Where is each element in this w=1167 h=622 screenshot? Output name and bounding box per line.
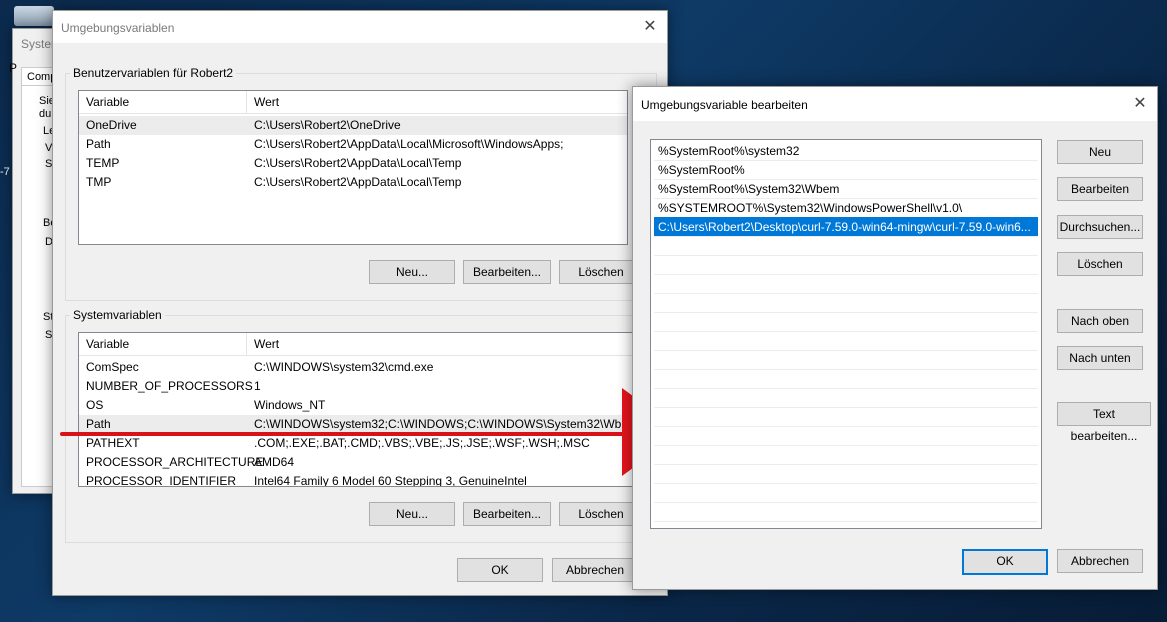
row-value: .COM;.EXE;.BAT;.CMD;.VBS;.VBE;.JS;.JSE;.… bbox=[254, 436, 590, 450]
table-row[interactable]: OS Windows_NT bbox=[79, 396, 639, 415]
column-value[interactable]: Wert bbox=[254, 95, 279, 109]
row-name: NUMBER_OF_PROCESSORS bbox=[86, 379, 253, 393]
row-name: TEMP bbox=[86, 156, 120, 170]
close-icon[interactable]: ✕ bbox=[1129, 94, 1151, 114]
list-header: Variable Wert bbox=[79, 333, 639, 356]
close-icon[interactable]: ✕ bbox=[639, 17, 661, 37]
empty-row[interactable] bbox=[654, 369, 1038, 389]
move-down-button[interactable]: Nach unten bbox=[1057, 346, 1143, 370]
environment-variables-window: Umgebungsvariablen ✕ Benutzervariablen f… bbox=[52, 10, 668, 596]
ok-button[interactable]: OK bbox=[457, 558, 543, 582]
user-new-button[interactable]: Neu... bbox=[369, 260, 455, 284]
list-item[interactable]: %SYSTEMROOT%\System32\WindowsPowerShell\… bbox=[654, 198, 1038, 218]
user-edit-button[interactable]: Bearbeiten... bbox=[463, 260, 551, 284]
user-delete-button[interactable]: Löschen bbox=[559, 260, 643, 284]
row-value: C:\Users\Robert2\AppData\Local\Temp bbox=[254, 175, 462, 189]
row-name: Path bbox=[86, 417, 111, 431]
edit-text-button[interactable]: Text bearbeiten... bbox=[1057, 402, 1151, 443]
empty-row[interactable] bbox=[654, 502, 1038, 522]
window-title: Umgebungsvariable bearbeiten bbox=[641, 98, 808, 112]
window-title: Umgebungsvariablen bbox=[61, 21, 175, 35]
empty-row[interactable] bbox=[654, 445, 1038, 465]
entry-text: %SystemRoot%\system32 bbox=[658, 144, 800, 158]
row-name: Path bbox=[86, 137, 111, 151]
entry-text: C:\Users\Robert2\Desktop\curl-7.59.0-win… bbox=[658, 220, 1031, 234]
delete-button[interactable]: Löschen bbox=[1057, 252, 1143, 276]
row-value: AMD64 bbox=[254, 455, 295, 469]
table-row[interactable]: Path C:\Users\Robert2\AppData\Local\Micro… bbox=[79, 135, 627, 154]
cancel-button[interactable]: Abbrechen bbox=[1057, 549, 1143, 573]
system-new-button[interactable]: Neu... bbox=[369, 502, 455, 526]
entry-text: %SYSTEMROOT%\System32\WindowsPowerShell\… bbox=[658, 201, 963, 215]
row-value: C:\Users\Robert2\OneDrive bbox=[254, 118, 401, 132]
empty-row[interactable] bbox=[654, 388, 1038, 408]
row-name: PROCESSOR_IDENTIFIER bbox=[86, 474, 237, 487]
table-row[interactable]: OneDrive C:\Users\Robert2\OneDrive bbox=[79, 116, 627, 135]
browse-button[interactable]: Durchsuchen... bbox=[1057, 215, 1143, 239]
table-row[interactable]: ComSpec C:\WINDOWS\system32\cmd.exe bbox=[79, 358, 639, 377]
empty-row[interactable] bbox=[654, 426, 1038, 446]
title-bar: Umgebungsvariable bearbeiten ✕ bbox=[633, 87, 1157, 121]
row-value: Intel64 Family 6 Model 60 Stepping 3, Ge… bbox=[254, 474, 527, 487]
row-value: Windows_NT bbox=[254, 398, 326, 412]
column-variable[interactable]: Variable bbox=[86, 95, 129, 109]
system-variables-title: Systemvariablen bbox=[70, 308, 165, 322]
table-row[interactable]: TMP C:\Users\Robert2\AppData\Local\Temp bbox=[79, 173, 627, 192]
empty-row[interactable] bbox=[654, 293, 1038, 313]
table-row[interactable]: PROCESSOR_IDENTIFIER Intel64 Family 6 Mod… bbox=[79, 472, 639, 487]
edit-button[interactable]: Bearbeiten bbox=[1057, 177, 1143, 201]
desktop-icon[interactable] bbox=[14, 6, 54, 26]
move-up-button[interactable]: Nach oben bbox=[1057, 309, 1143, 333]
row-name: PROCESSOR_ARCHITECTURE bbox=[86, 455, 264, 469]
list-item[interactable]: %SystemRoot%\system32 bbox=[654, 141, 1038, 161]
empty-row[interactable] bbox=[654, 312, 1038, 332]
row-name: OS bbox=[86, 398, 104, 412]
empty-row[interactable] bbox=[654, 464, 1038, 484]
empty-row[interactable] bbox=[654, 255, 1038, 275]
table-row[interactable]: PROCESSOR_ARCHITECTURE AMD64 bbox=[79, 453, 639, 472]
path-entries-list[interactable]: %SystemRoot%\system32 %SystemRoot% %Syst… bbox=[650, 139, 1042, 529]
empty-row[interactable] bbox=[654, 483, 1038, 503]
cancel-button[interactable]: Abbrechen bbox=[552, 558, 638, 582]
list-header: Variable Wert bbox=[79, 91, 627, 114]
row-value: C:\WINDOWS\system32;C:\WINDOWS;C:\WINDOW… bbox=[254, 417, 632, 431]
row-value: C:\WINDOWS\system32\cmd.exe bbox=[254, 360, 434, 374]
list-item-selected[interactable]: C:\Users\Robert2\Desktop\curl-7.59.0-win… bbox=[654, 217, 1038, 237]
new-button[interactable]: Neu bbox=[1057, 140, 1143, 164]
row-value: C:\Users\Robert2\AppData\Local\Temp bbox=[254, 156, 462, 170]
table-row[interactable]: TEMP C:\Users\Robert2\AppData\Local\Temp bbox=[79, 154, 627, 173]
row-value: C:\Users\Robert2\AppData\Local\Microsoft… bbox=[254, 137, 564, 151]
edit-environment-variable-window: Umgebungsvariable bearbeiten ✕ %SystemRo… bbox=[632, 86, 1158, 590]
column-value[interactable]: Wert bbox=[254, 337, 279, 351]
empty-row[interactable] bbox=[654, 407, 1038, 427]
list-item[interactable]: %SystemRoot%\System32\Wbem bbox=[654, 179, 1038, 199]
user-variables-title: Benutzervariablen für Robert2 bbox=[70, 66, 237, 80]
system-delete-button[interactable]: Löschen bbox=[559, 502, 643, 526]
system-edit-button[interactable]: Bearbeiten... bbox=[463, 502, 551, 526]
row-name: TMP bbox=[86, 175, 112, 189]
empty-row[interactable] bbox=[654, 274, 1038, 294]
title-bar: Umgebungsvariablen ✕ bbox=[53, 11, 667, 43]
user-variables-list[interactable]: Variable Wert OneDrive C:\Users\Robert2\O… bbox=[78, 90, 628, 245]
ok-button[interactable]: OK bbox=[962, 549, 1048, 575]
column-separator[interactable] bbox=[246, 91, 247, 113]
row-value: 1 bbox=[254, 379, 261, 393]
window-title-letter: P bbox=[9, 61, 18, 75]
annotation-underline bbox=[60, 432, 630, 436]
table-row[interactable]: NUMBER_OF_PROCESSORS 1 bbox=[79, 377, 639, 396]
empty-row[interactable] bbox=[654, 350, 1038, 370]
row-name: OneDrive bbox=[86, 118, 137, 132]
column-separator[interactable] bbox=[246, 333, 247, 355]
column-variable[interactable]: Variable bbox=[86, 337, 129, 351]
list-item[interactable]: %SystemRoot% bbox=[654, 160, 1038, 180]
desktop-fragment-text: -7 bbox=[0, 166, 10, 178]
entry-text: %SystemRoot%\System32\Wbem bbox=[658, 182, 840, 196]
system-variables-list[interactable]: Variable Wert ComSpec C:\WINDOWS\system32… bbox=[78, 332, 640, 487]
empty-row[interactable] bbox=[654, 236, 1038, 256]
table-row[interactable]: PATHEXT .COM;.EXE;.BAT;.CMD;.VBS;.VBE;.JS… bbox=[79, 434, 639, 453]
row-name: ComSpec bbox=[86, 360, 139, 374]
entry-text: %SystemRoot% bbox=[658, 163, 745, 177]
row-name: PATHEXT bbox=[86, 436, 140, 450]
empty-row[interactable] bbox=[654, 331, 1038, 351]
